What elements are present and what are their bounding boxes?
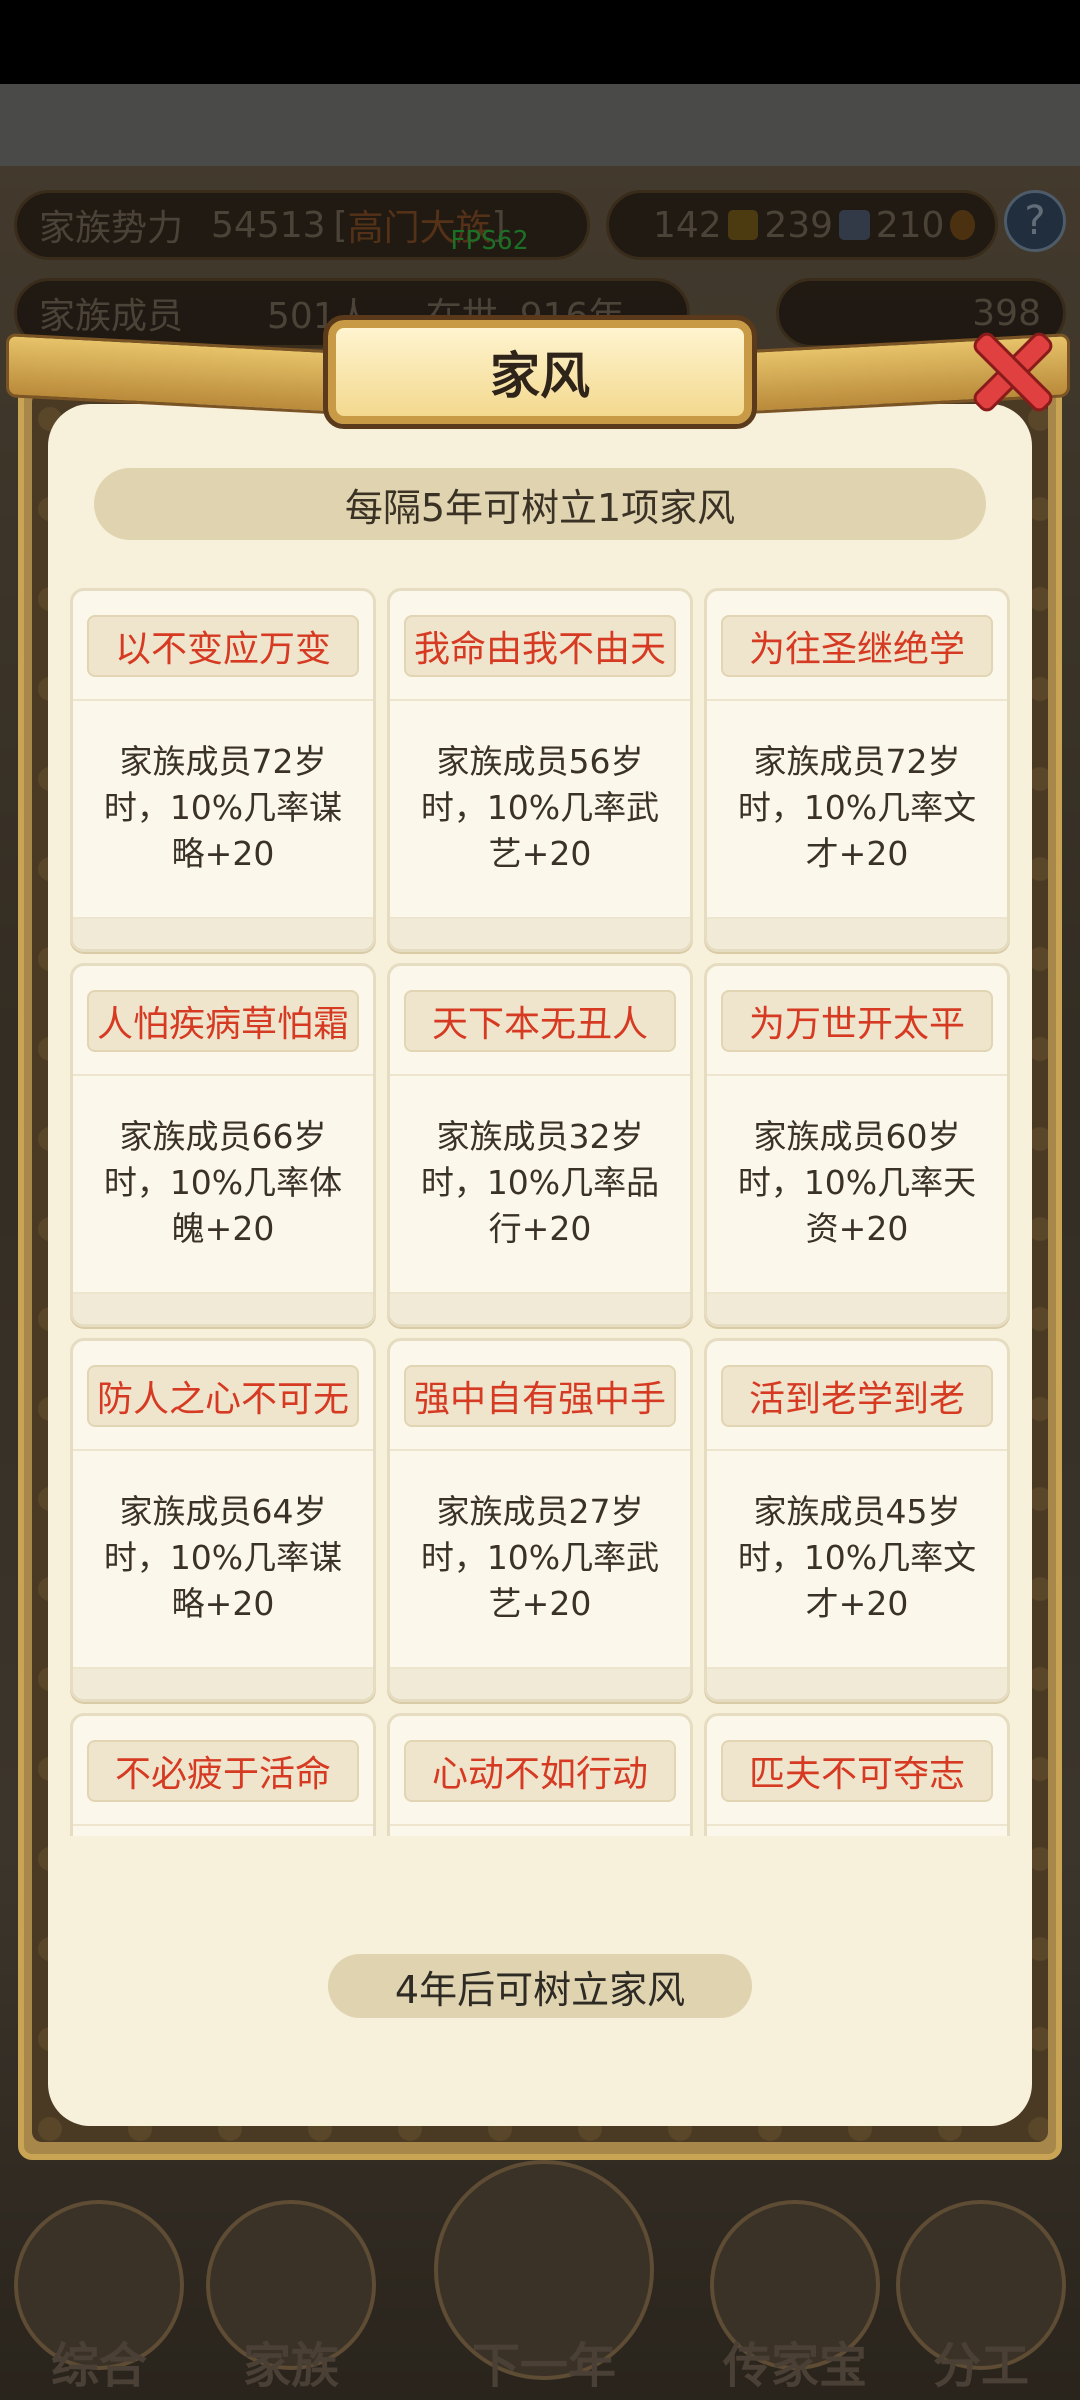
interval-notice: 每隔5年可树立1项家风 xyxy=(94,468,986,540)
card-divider xyxy=(390,1449,690,1451)
motto-card[interactable]: 我命由我不由天 家族成员56岁时，10%几率武艺+20 xyxy=(387,588,693,952)
motto-description: 家族成员32岁时，10%几率品行+20 xyxy=(420,1117,660,1248)
motto-card[interactable]: 天下本无丑人 家族成员32岁时，10%几率品行+20 xyxy=(387,963,693,1327)
card-divider xyxy=(707,1449,1007,1451)
nav-general[interactable]: 综合 xyxy=(4,2200,194,2400)
card-footer xyxy=(707,917,1007,949)
motto-card[interactable]: 活到老学到老 家族成员45岁时，10%几率文才+20 xyxy=(704,1338,1010,1702)
motto-name: 活到老学到老 xyxy=(721,1365,993,1427)
motto-card[interactable]: 人怕疾病草怕霜 家族成员66岁时，10%几率体魄+20 xyxy=(70,963,376,1327)
card-footer xyxy=(707,1667,1007,1699)
motto-description: 家族成员66岁时，10%几率体魄+20 xyxy=(103,1117,343,1248)
status-bar xyxy=(0,0,1080,84)
card-footer xyxy=(390,917,690,949)
card-footer xyxy=(390,1667,690,1699)
nav-next-year[interactable]: 下一年 xyxy=(424,2160,664,2400)
card-divider xyxy=(707,1074,1007,1076)
motto-name: 匹夫不可夺志 xyxy=(721,1740,993,1802)
card-divider xyxy=(390,699,690,701)
card-footer xyxy=(390,1292,690,1324)
motto-name: 防人之心不可无 xyxy=(87,1365,359,1427)
motto-description: 家族成员72岁时，10%几率谋略+20 xyxy=(103,742,343,873)
motto-card[interactable]: 匹夫不可夺志 xyxy=(704,1713,1010,1836)
motto-grid[interactable]: 以不变应万变 家族成员72岁时，10%几率谋略+20 我命由我不由天 家族成员5… xyxy=(68,584,1012,1836)
card-divider xyxy=(73,1824,373,1826)
card-divider xyxy=(707,1824,1007,1826)
nav-family-label: 家族 xyxy=(242,2338,339,2394)
card-footer xyxy=(73,917,373,949)
motto-description: 家族成员72岁时，10%几率文才+20 xyxy=(737,742,977,873)
motto-name: 强中自有强中手 xyxy=(404,1365,676,1427)
card-divider xyxy=(73,699,373,701)
nav-heirloom[interactable]: 传家宝 xyxy=(700,2200,890,2400)
motto-card[interactable]: 为往圣继绝学 家族成员72岁时，10%几率文才+20 xyxy=(704,588,1010,952)
motto-card[interactable]: 不必疲于活命 xyxy=(70,1713,376,1836)
motto-name: 天下本无丑人 xyxy=(404,990,676,1052)
dialog-title: 家风 xyxy=(323,315,757,429)
motto-card[interactable]: 心动不如行动 xyxy=(387,1713,693,1836)
motto-name: 以不变应万变 xyxy=(87,615,359,677)
motto-card[interactable]: 防人之心不可无 家族成员64岁时，10%几率谋略+20 xyxy=(70,1338,376,1702)
motto-description: 家族成员60岁时，10%几率天资+20 xyxy=(737,1117,977,1248)
motto-name: 人怕疾病草怕霜 xyxy=(87,990,359,1052)
card-footer xyxy=(73,1292,373,1324)
motto-description: 家族成员27岁时，10%几率武艺+20 xyxy=(420,1492,660,1623)
cooldown-status: 4年后可树立家风 xyxy=(328,1954,752,2018)
motto-card[interactable]: 强中自有强中手 家族成员27岁时，10%几率武艺+20 xyxy=(387,1338,693,1702)
nav-heirloom-label: 传家宝 xyxy=(722,2338,867,2394)
nav-next-year-label: 下一年 xyxy=(471,2338,616,2394)
motto-card[interactable]: 以不变应万变 家族成员72岁时，10%几率谋略+20 xyxy=(70,588,376,952)
card-divider xyxy=(73,1449,373,1451)
motto-description: 家族成员64岁时，10%几率谋略+20 xyxy=(103,1492,343,1623)
card-divider xyxy=(707,699,1007,701)
nav-division-label: 分工 xyxy=(932,2338,1029,2394)
top-strip xyxy=(0,84,1080,166)
motto-description: 家族成员45岁时，10%几率文才+20 xyxy=(737,1492,977,1623)
card-divider xyxy=(73,1074,373,1076)
card-footer xyxy=(73,1667,373,1699)
motto-name: 心动不如行动 xyxy=(404,1740,676,1802)
close-button[interactable] xyxy=(962,322,1062,422)
motto-description: 家族成员56岁时，10%几率武艺+20 xyxy=(420,742,660,873)
nav-division[interactable]: 分工 xyxy=(886,2200,1076,2400)
motto-name: 我命由我不由天 xyxy=(404,615,676,677)
motto-card[interactable]: 为万世开太平 家族成员60岁时，10%几率天资+20 xyxy=(704,963,1010,1327)
card-divider xyxy=(390,1824,690,1826)
motto-name: 为万世开太平 xyxy=(721,990,993,1052)
nav-family[interactable]: 家族 xyxy=(196,2200,386,2400)
nav-general-label: 综合 xyxy=(50,2338,147,2394)
motto-name: 为往圣继绝学 xyxy=(721,615,993,677)
motto-name: 不必疲于活命 xyxy=(87,1740,359,1802)
card-footer xyxy=(707,1292,1007,1324)
card-divider xyxy=(390,1074,690,1076)
